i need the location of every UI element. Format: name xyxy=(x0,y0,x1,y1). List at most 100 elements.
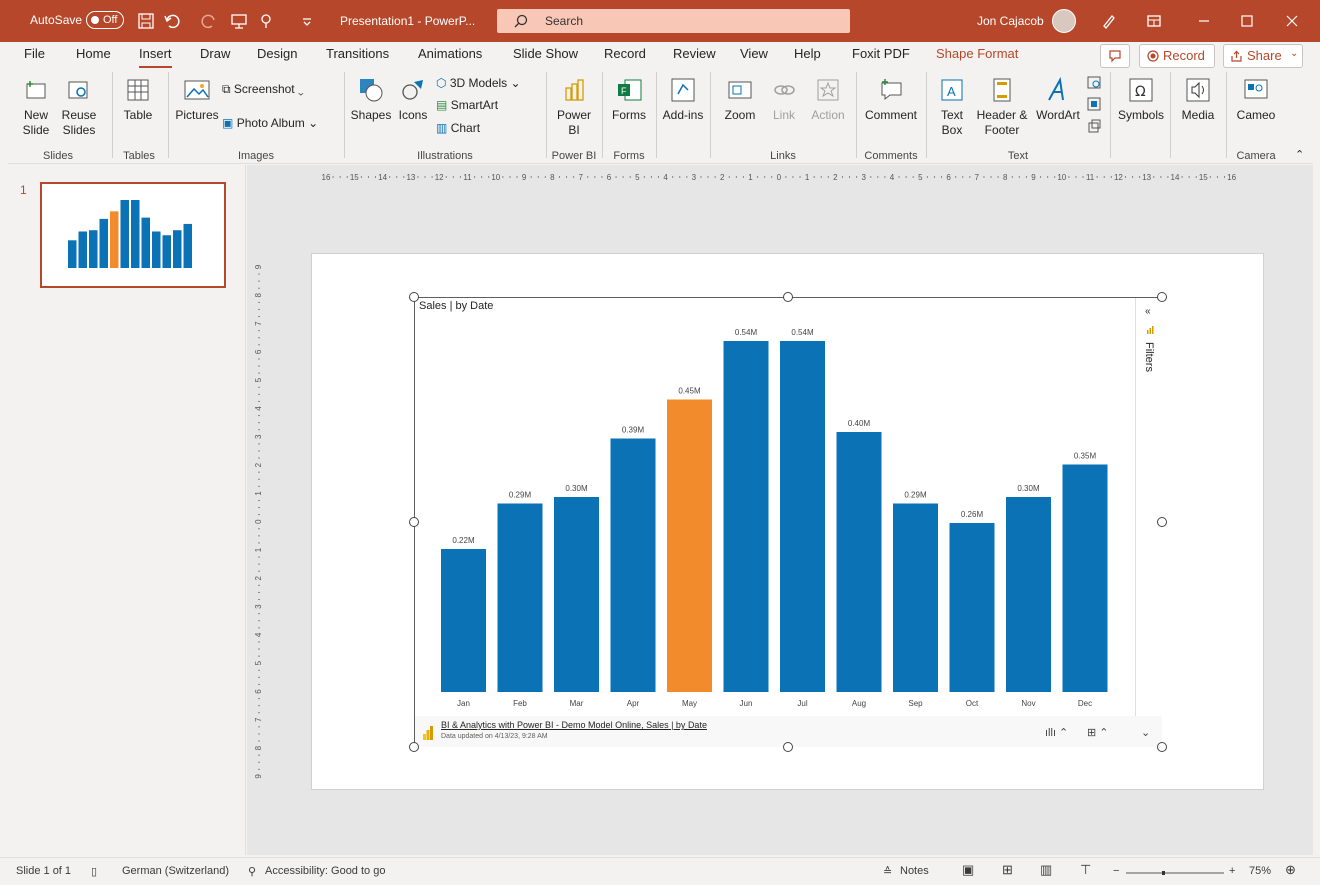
accessibility-icon[interactable]: ⚲ xyxy=(248,865,256,878)
bar-mar[interactable] xyxy=(554,497,599,692)
slide-number-icon[interactable] xyxy=(1086,96,1102,112)
comments-button[interactable] xyxy=(1100,44,1130,68)
add-ins-button[interactable]: Add-ins xyxy=(662,76,704,123)
resize-handle-left[interactable] xyxy=(409,517,419,527)
tab-record[interactable]: Record xyxy=(604,46,646,61)
notes-icon[interactable]: ≙ xyxy=(883,865,892,878)
tab-insert[interactable]: Insert xyxy=(139,46,172,69)
share-button[interactable]: Share ⌄ xyxy=(1223,44,1303,68)
bar-oct[interactable] xyxy=(949,523,995,692)
fit-to-window-icon[interactable]: ⊕ xyxy=(1285,862,1296,878)
3d-models-button[interactable]: ⬡ 3D Models ⌄ xyxy=(436,76,521,90)
header-footer-button[interactable]: Header & Footer xyxy=(974,76,1030,138)
resize-handle-right[interactable] xyxy=(1157,517,1167,527)
filters-pane[interactable]: « Filters xyxy=(1135,298,1162,716)
cameo-button[interactable]: Cameo xyxy=(1232,76,1280,123)
zoom-out-icon[interactable]: − xyxy=(1113,865,1119,877)
tab-review[interactable]: Review xyxy=(673,46,716,61)
avatar[interactable] xyxy=(1052,9,1076,33)
zoom-slider[interactable] xyxy=(1126,871,1224,875)
tab-draw[interactable]: Draw xyxy=(200,46,230,61)
bar-apr[interactable] xyxy=(610,438,656,693)
collapse-ribbon-icon[interactable]: ⌃ xyxy=(1295,148,1304,161)
tab-transitions[interactable]: Transitions xyxy=(326,46,389,61)
zoom-button[interactable]: Zoom xyxy=(718,76,762,123)
redo-icon[interactable] xyxy=(200,12,218,30)
bar-feb[interactable] xyxy=(497,503,543,693)
media-button[interactable]: Media xyxy=(1176,76,1220,123)
visual-type-icon[interactable]: ıllı ⌃ xyxy=(1045,726,1068,739)
new-slide-button[interactable]: New Slide xyxy=(14,76,58,138)
close-icon[interactable] xyxy=(1283,12,1301,30)
search-box[interactable]: Search xyxy=(497,9,850,33)
customize-toolbar-icon[interactable] xyxy=(298,12,316,30)
visual-source-link[interactable]: BI & Analytics with Power BI - Demo Mode… xyxy=(441,720,707,730)
text-box-button[interactable]: A Text Box xyxy=(934,76,970,138)
zoom-in-icon[interactable]: + xyxy=(1229,865,1235,877)
bar-nov[interactable] xyxy=(1006,497,1051,692)
smartart-button[interactable]: ▤ SmartArt xyxy=(436,98,498,112)
bar-dec[interactable] xyxy=(1062,464,1108,693)
power-bi-button[interactable]: Power BI xyxy=(552,76,596,138)
present-icon[interactable] xyxy=(230,12,248,30)
date-time-icon[interactable] xyxy=(1086,74,1102,90)
collapse-filters-icon[interactable]: « xyxy=(1145,306,1151,317)
reuse-slides-button[interactable]: Reuse Slides xyxy=(58,76,100,138)
notes-button[interactable]: Notes xyxy=(900,865,929,877)
ribbon-display-icon[interactable] xyxy=(1145,12,1163,30)
touch-mode-icon[interactable] xyxy=(258,12,276,30)
tab-foxit-pdf[interactable]: Foxit PDF xyxy=(852,46,910,61)
comment-button[interactable]: Comment xyxy=(862,76,920,123)
tab-help[interactable]: Help xyxy=(794,46,821,61)
screenshot-button[interactable]: ⧉ Screenshot ⌄ xyxy=(222,82,304,97)
undo-icon[interactable] xyxy=(163,12,181,30)
resize-handle-top[interactable] xyxy=(783,292,793,302)
resize-handle-bottom[interactable] xyxy=(783,742,793,752)
maximize-icon[interactable] xyxy=(1238,12,1256,30)
save-icon[interactable] xyxy=(137,12,155,30)
bar-jan[interactable] xyxy=(441,549,486,692)
wordart-button[interactable]: WordArt xyxy=(1032,76,1084,123)
resize-handle-top-left[interactable] xyxy=(409,292,419,302)
chart-button[interactable]: ▥ Chart xyxy=(436,121,480,135)
slide-thumbnail[interactable] xyxy=(40,182,226,288)
resize-handle-top-right[interactable] xyxy=(1157,292,1167,302)
action-button[interactable]: Action xyxy=(806,76,850,123)
language-indicator[interactable]: German (Switzerland) xyxy=(122,865,229,877)
spelling-icon[interactable]: ▯ xyxy=(91,865,97,878)
link-button[interactable]: Link xyxy=(764,76,804,123)
bar-sep[interactable] xyxy=(893,503,938,693)
tab-home[interactable]: Home xyxy=(76,46,111,61)
slide-sorter-icon[interactable]: ⊞ xyxy=(1002,862,1013,878)
pen-icon[interactable] xyxy=(1100,12,1118,30)
icons-button[interactable]: Icons xyxy=(394,76,432,123)
autosave-toggle[interactable]: Off xyxy=(86,11,124,29)
power-bi-visual[interactable]: Sales | by Date 0.22M Jan 0.29M Feb 0.30M Mar… xyxy=(414,297,1162,747)
tab-slide-show[interactable]: Slide Show xyxy=(513,46,578,61)
expand-footer-icon[interactable]: ⌄ xyxy=(1141,726,1150,739)
accessibility-status[interactable]: Accessibility: Good to go xyxy=(265,865,385,877)
shapes-button[interactable]: Shapes xyxy=(348,76,394,123)
resize-handle-bottom-right[interactable] xyxy=(1157,742,1167,752)
forms-button[interactable]: F Forms xyxy=(608,76,650,123)
record-button[interactable]: Record xyxy=(1139,44,1215,68)
tab-view[interactable]: View xyxy=(740,46,768,61)
symbols-button[interactable]: Ω Symbols xyxy=(1116,76,1166,123)
tab-animations[interactable]: Animations xyxy=(418,46,482,61)
minimize-icon[interactable] xyxy=(1195,12,1213,30)
pictures-button[interactable]: Pictures xyxy=(172,76,222,123)
user-name[interactable]: Jon Cajacob xyxy=(977,14,1044,28)
bar-aug[interactable] xyxy=(836,432,882,692)
zoom-level[interactable]: 75% xyxy=(1249,865,1271,877)
slide-show-icon[interactable]: ⊤ xyxy=(1080,862,1091,878)
bar-may[interactable] xyxy=(667,399,712,693)
object-icon[interactable] xyxy=(1086,118,1102,134)
tab-file[interactable]: File xyxy=(24,46,45,61)
reading-view-icon[interactable]: ▥ xyxy=(1040,862,1052,878)
resize-handle-bottom-left[interactable] xyxy=(409,742,419,752)
normal-view-icon[interactable]: ▣ xyxy=(962,862,974,878)
bar-jul[interactable] xyxy=(780,341,825,692)
layout-icon[interactable]: ⊞ ⌃ xyxy=(1087,726,1109,739)
table-button[interactable]: Table xyxy=(118,76,158,123)
bar-jun[interactable] xyxy=(723,341,769,692)
